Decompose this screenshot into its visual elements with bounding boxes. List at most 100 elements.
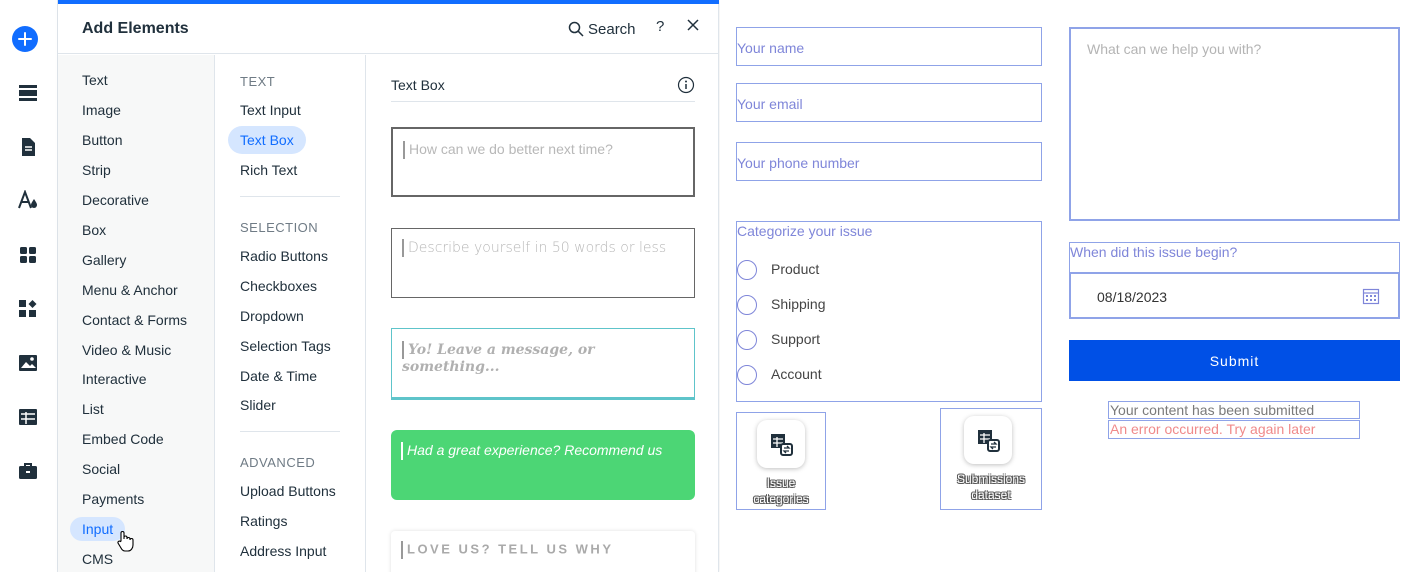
preview-placeholder: LOVE US? TELL US WHY	[407, 541, 614, 557]
sub-address-input[interactable]: Address Input	[240, 541, 326, 561]
panel-header: Add Elements Search ?	[58, 4, 719, 54]
error-message: An error occurred. Try again later	[1108, 420, 1360, 439]
radio-product[interactable]	[737, 260, 757, 280]
category-menu-anchor[interactable]: Menu & Anchor	[82, 280, 178, 300]
apps-grid-icon	[20, 247, 36, 263]
apps-button[interactable]	[15, 242, 41, 268]
sub-upload-buttons[interactable]: Upload Buttons	[240, 481, 336, 501]
media-button[interactable]	[15, 350, 41, 376]
radio-label-shipping: Shipping	[771, 296, 826, 312]
text-box-preview-1[interactable]: How can we do better next time?	[391, 127, 695, 197]
sub-date-time[interactable]: Date & Time	[240, 366, 317, 386]
section-heading-selection: SELECTION	[240, 220, 319, 235]
text-caret	[402, 341, 404, 359]
search-button[interactable]: Search	[568, 18, 636, 40]
sub-text-input[interactable]: Text Input	[240, 100, 301, 120]
divider	[240, 196, 340, 197]
theme-icon	[18, 190, 37, 209]
dataset-submissions[interactable]: Submissions dataset	[940, 408, 1042, 510]
category-box[interactable]: Box	[82, 220, 106, 240]
radio-shipping[interactable]	[737, 295, 757, 315]
category-strip[interactable]: Strip	[82, 160, 111, 180]
text-caret	[403, 141, 405, 160]
category-gallery[interactable]: Gallery	[82, 250, 126, 270]
briefcase-icon	[19, 463, 37, 479]
pages-button[interactable]	[15, 134, 41, 160]
sub-slider[interactable]: Slider	[240, 395, 276, 415]
cms-button[interactable]	[15, 404, 41, 430]
category-payments[interactable]: Payments	[82, 489, 144, 509]
table-icon	[19, 409, 37, 425]
radio-label-product: Product	[771, 261, 820, 277]
preview-placeholder: How can we do better next time?	[409, 141, 613, 157]
category-button[interactable]: Button	[82, 130, 122, 150]
category-interactive[interactable]: Interactive	[82, 369, 147, 389]
category-decorative[interactable]: Decorative	[82, 190, 149, 210]
sub-rich-text[interactable]: Rich Text	[240, 160, 297, 180]
sub-ratings[interactable]: Ratings	[240, 511, 287, 531]
sub-radio-buttons[interactable]: Radio Buttons	[240, 246, 328, 266]
category-video-music[interactable]: Video & Music	[82, 340, 171, 360]
radio-account[interactable]	[737, 365, 757, 385]
date-input[interactable]: 08/18/2023	[1069, 272, 1400, 319]
category-image[interactable]: Image	[82, 100, 121, 120]
dataset-icon	[964, 416, 1012, 464]
dataset-label-line: Issue	[766, 476, 796, 490]
divider	[391, 101, 695, 102]
page-icon	[22, 138, 35, 156]
add-elements-button[interactable]	[12, 26, 38, 52]
close-button[interactable]	[687, 18, 699, 36]
category-contact-forms[interactable]: Contact & Forms	[82, 310, 187, 330]
issue-radio-group: Categorize your issue Product Shipping S…	[736, 221, 1042, 402]
phone-placeholder: Your phone number	[737, 155, 860, 171]
email-input[interactable]: Your email	[736, 83, 1042, 122]
sub-checkboxes[interactable]: Checkboxes	[240, 276, 317, 296]
sub-text-box[interactable]: Text Box	[228, 126, 306, 154]
radio-support[interactable]	[737, 330, 757, 350]
subcategory-list: TEXT Text Input Text Box Rich Text SELEC…	[216, 55, 366, 572]
category-list[interactable]: List	[82, 399, 104, 419]
date-value: 08/18/2023	[1097, 289, 1168, 305]
category-social[interactable]: Social	[82, 459, 120, 479]
search-icon	[568, 21, 584, 37]
name-placeholder: Your name	[737, 40, 805, 56]
name-input[interactable]: Your name	[736, 27, 1042, 66]
category-text[interactable]: Text	[82, 70, 108, 90]
text-box-preview-3[interactable]: Yo! Leave a message, or something...	[391, 328, 695, 400]
success-message: Your content has been submitted	[1108, 401, 1360, 419]
business-apps-button[interactable]	[15, 296, 41, 322]
design-button[interactable]	[15, 187, 41, 213]
plus-icon	[18, 32, 32, 46]
info-icon[interactable]	[677, 76, 695, 99]
radio-label-account: Account	[771, 366, 822, 382]
preview-placeholder: Had a great experience? Recommend us	[407, 442, 663, 458]
calendar-icon[interactable]	[1362, 287, 1380, 305]
add-elements-panel: Add Elements Search ? Text Image Button …	[58, 0, 719, 572]
category-cms[interactable]: CMS	[82, 549, 113, 569]
dataset-label-line: Submissions	[956, 472, 1026, 486]
sections-button[interactable]	[15, 80, 41, 106]
radio-label-support: Support	[771, 331, 821, 347]
message-textarea[interactable]: What can we help you with?	[1069, 27, 1400, 221]
help-button[interactable]: ?	[656, 18, 664, 35]
divider	[240, 431, 340, 432]
dataset-label-line: categories	[753, 492, 809, 506]
portfolio-button[interactable]	[15, 458, 41, 484]
message-placeholder: What can we help you with?	[1087, 41, 1262, 57]
submit-button[interactable]: Submit	[1069, 340, 1400, 381]
category-list: Text Image Button Strip Decorative Box G…	[58, 55, 215, 572]
sub-dropdown[interactable]: Dropdown	[240, 306, 304, 326]
date-label: When did this issue begin?	[1070, 244, 1238, 260]
text-caret	[401, 541, 403, 559]
sub-selection-tags[interactable]: Selection Tags	[240, 336, 331, 356]
close-icon	[687, 19, 699, 31]
panel-title: Add Elements	[82, 20, 189, 37]
dataset-issue-categories[interactable]: Issue categories	[736, 412, 826, 510]
category-embed-code[interactable]: Embed Code	[82, 429, 164, 449]
phone-input[interactable]: Your phone number	[736, 142, 1042, 181]
text-box-preview-5[interactable]: LOVE US? TELL US WHY	[391, 531, 695, 572]
email-placeholder: Your email	[737, 96, 803, 112]
text-box-preview-4[interactable]: Had a great experience? Recommend us	[391, 430, 695, 500]
text-box-preview-2[interactable]: Describe yourself in 50 words or less	[391, 228, 695, 298]
dataset-label-line: dataset	[971, 488, 1011, 502]
